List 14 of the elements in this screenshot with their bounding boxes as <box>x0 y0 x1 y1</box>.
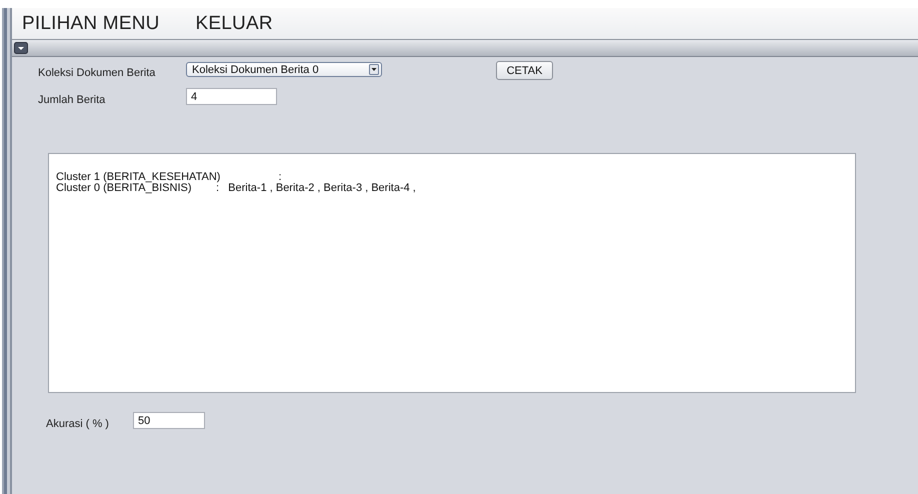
caret-icon <box>369 64 379 75</box>
collection-dropdown[interactable]: Koleksi Dokumen Berita 0 <box>186 62 382 77</box>
menu-item[interactable]: PILIHAN MENU <box>22 12 160 34</box>
cluster-line: Cluster 1 (BERITA_KESEHATAN) : <box>56 172 283 183</box>
print-button[interactable]: CETAK <box>496 61 553 80</box>
collection-label: Koleksi Dokumen Berita <box>38 67 156 79</box>
dropdown-toggle-icon[interactable] <box>14 42 28 54</box>
accuracy-field[interactable]: 50 <box>133 412 205 429</box>
count-label: Jumlah Berita <box>38 94 106 106</box>
menu-item[interactable]: KELUAR <box>196 12 273 34</box>
count-field[interactable]: 4 <box>186 88 277 105</box>
accuracy-label: Akurasi ( % ) <box>46 418 110 430</box>
result-text-area[interactable]: Cluster 1 (BERITA_KESEHATAN) : Cluster 0 (BERITA_BISNIS) : Berita-1 , Berita-2 , Berita-3 , Berita-4 , <box>48 153 856 393</box>
cluster-line: Cluster 0 (BERITA_BISNIS) : Berita-1 , Berita-2 , Berita-3 , Berita-4 , <box>56 183 417 194</box>
